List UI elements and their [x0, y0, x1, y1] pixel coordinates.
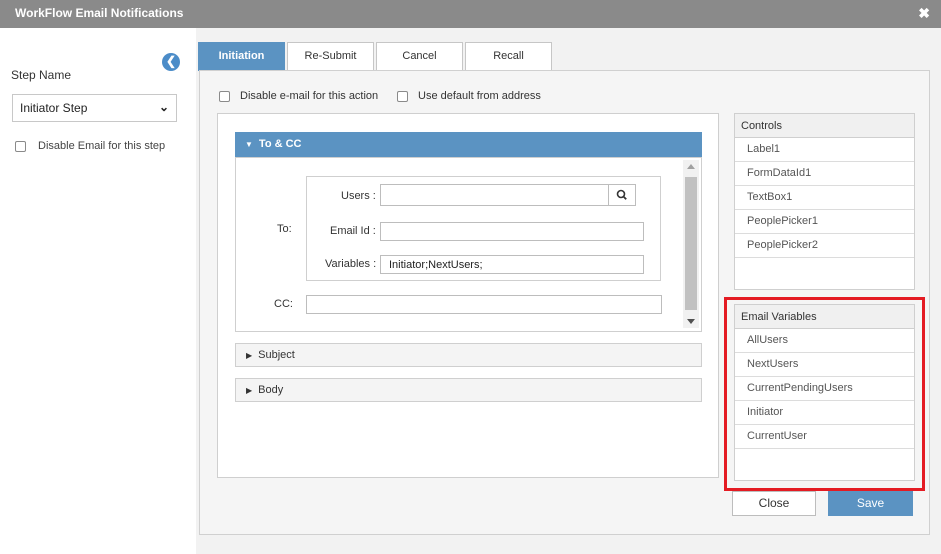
disable-email-step-option: Disable Email for this step [15, 140, 165, 152]
disable-email-step-label: Disable Email for this step [38, 140, 166, 152]
step-name-label: Step Name [11, 68, 72, 82]
cc-label: CC: [274, 298, 293, 310]
search-button[interactable] [608, 184, 636, 206]
tab-initiation[interactable]: Initiation [198, 42, 285, 71]
default-from-label: Use default from address [418, 90, 541, 102]
chevron-left-circle-icon[interactable]: ❮ [162, 53, 180, 71]
users-label: Users : [341, 190, 376, 202]
to-label: To: [277, 223, 292, 235]
control-item[interactable]: TextBox1 [735, 186, 914, 210]
cc-input[interactable] [306, 295, 662, 314]
subject-title: Subject [258, 349, 295, 361]
close-button[interactable]: Close [732, 491, 816, 516]
email-id-label: Email Id : [330, 225, 376, 237]
control-item[interactable]: Label1 [735, 138, 914, 162]
controls-empty-area [735, 258, 914, 289]
body-title: Body [258, 384, 284, 396]
step-select-value: Initiator Step [20, 101, 88, 115]
controls-panel: Controls Label1 FormDataId1 TextBox1 Peo… [734, 113, 915, 290]
default-from-checkbox[interactable] [397, 90, 408, 102]
window-title: WorkFlow Email Notifications [15, 6, 184, 20]
disable-action-checkbox[interactable] [219, 90, 230, 102]
caret-down-icon: ▼ [245, 140, 253, 149]
caret-right-icon: ▶ [246, 386, 253, 395]
email-id-input[interactable] [380, 222, 644, 241]
step-select[interactable]: Initiator Step ⌄ [12, 94, 177, 122]
caret-right-icon: ▶ [246, 351, 253, 360]
left-panel: ❮ Step Name Initiator Step ⌄ Disable Ema… [0, 28, 196, 554]
control-item[interactable]: PeoplePicker2 [735, 234, 914, 258]
scroll-up-icon[interactable] [687, 164, 695, 169]
scroll-thumb[interactable] [685, 177, 697, 310]
chevron-down-icon: ⌄ [158, 100, 169, 114]
variables-label: Variables : [325, 258, 377, 270]
disable-action-label: Disable e-mail for this action [240, 90, 379, 102]
scroll-down-icon[interactable] [687, 319, 695, 324]
title-bar: WorkFlow Email Notifications ✖ [0, 0, 941, 28]
control-item[interactable]: FormDataId1 [735, 162, 914, 186]
to-cc-header[interactable]: ▼ To & CC [235, 132, 702, 157]
body-section[interactable]: ▶ Body [235, 378, 702, 402]
disable-action-option: Disable e-mail for this action [219, 90, 378, 102]
disable-email-step-checkbox[interactable] [15, 140, 26, 152]
default-from-option: Use default from address [397, 90, 541, 102]
to-cc-title: To & CC [258, 138, 302, 150]
close-icon[interactable]: ✖ [918, 5, 930, 22]
control-item[interactable]: PeoplePicker1 [735, 210, 914, 234]
users-input[interactable] [380, 184, 609, 206]
to-cc-scrollbar[interactable] [683, 160, 699, 328]
tab-recall[interactable]: Recall [465, 42, 552, 71]
tab-cancel[interactable]: Cancel [376, 42, 463, 71]
variables-input[interactable]: Initiator;NextUsers; [380, 255, 644, 274]
search-icon [616, 189, 627, 200]
subject-section[interactable]: ▶ Subject [235, 343, 702, 367]
highlight-box [724, 297, 925, 491]
save-button[interactable]: Save [828, 491, 913, 516]
tab-re-submit[interactable]: Re-Submit [287, 42, 374, 71]
controls-header: Controls [735, 114, 914, 138]
